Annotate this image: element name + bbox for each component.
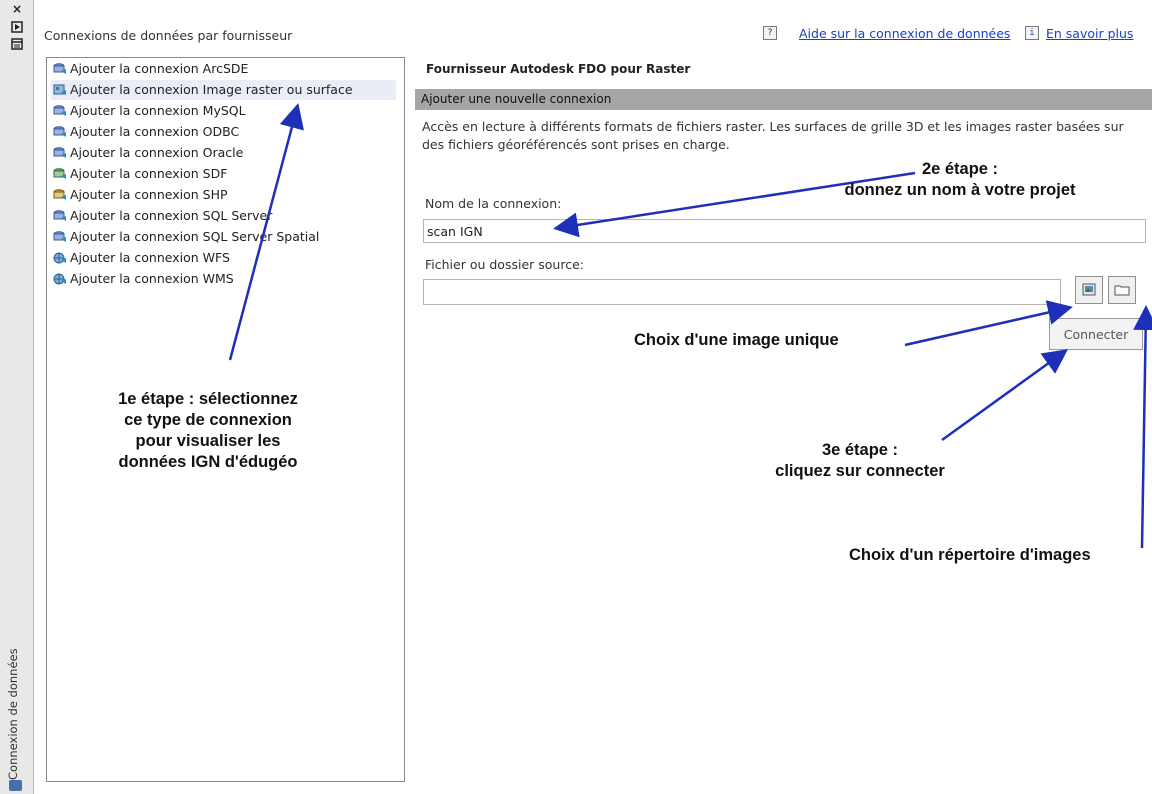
arrow-folder	[1133, 305, 1152, 549]
annotation-step1: 1e étape : sélectionnez ce type de conne…	[118, 390, 298, 471]
annotation-single-image: Choix d'une image unique	[634, 331, 839, 349]
arrow-step1	[228, 103, 304, 361]
arrow-single-image	[904, 300, 1073, 347]
annotation-step2: 2e étape : donnez un nom à votre projet	[844, 160, 1076, 199]
arrow-step3	[941, 349, 1069, 442]
annotation-image-folder: Choix d'un répertoire d'images	[849, 546, 1091, 564]
annotation-step3: 3e étape : cliquez sur connecter	[775, 441, 945, 480]
